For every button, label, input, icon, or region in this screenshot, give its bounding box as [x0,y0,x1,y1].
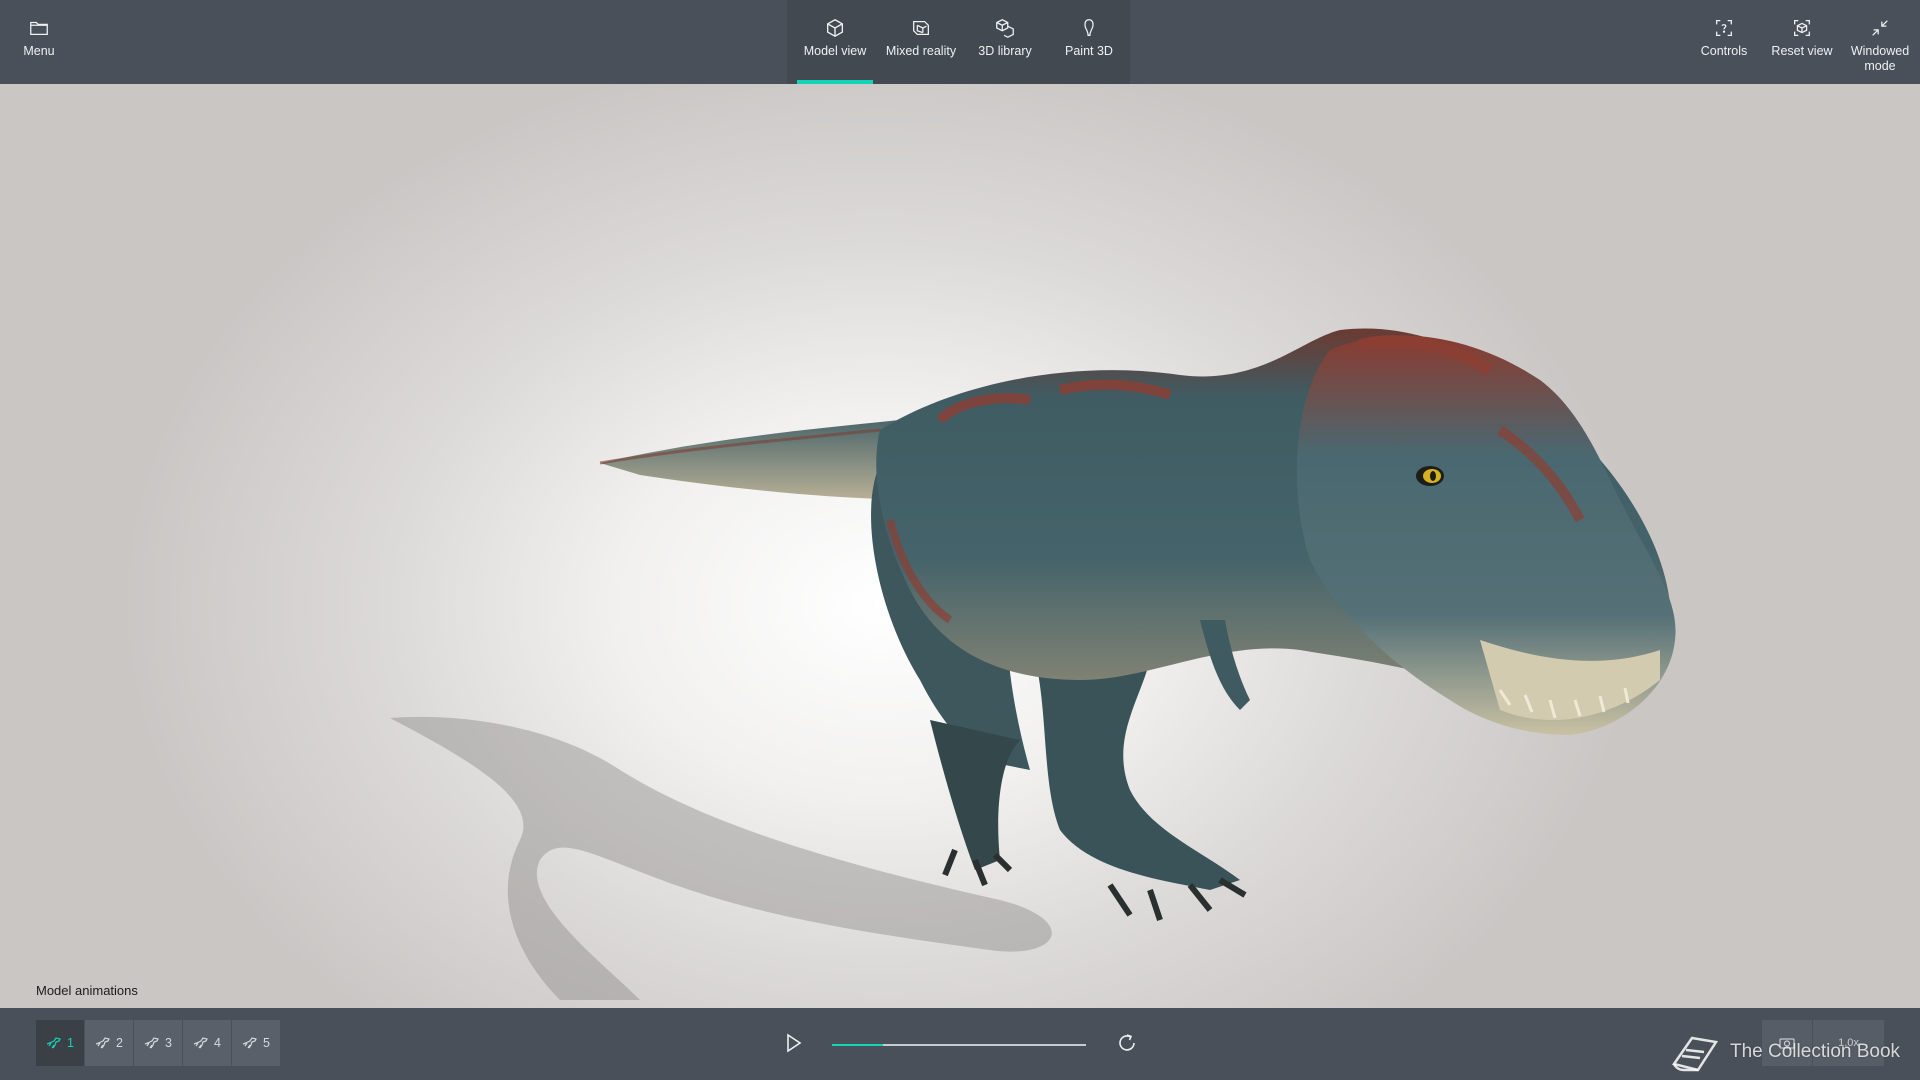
animation-label: 1 [67,1036,74,1050]
animation-label: 4 [214,1036,221,1050]
watermark-text: The Collection Book [1730,1041,1901,1062]
reset-view-label: Reset view [1771,44,1833,58]
dinosaur-icon [46,1037,61,1049]
playback-bar: 1 2 3 4 5 1.0x [0,1008,1920,1080]
menu-button[interactable]: Menu [8,0,70,84]
cube-icon [826,18,844,38]
view-tabs: Model view Mixed reality 3D library Pain… [787,0,1130,84]
animation-button-5[interactable]: 5 [232,1020,280,1066]
paint-3d-icon [1084,19,1094,36]
windowed-mode-label: Windowed mode [1850,44,1910,73]
animation-button-1[interactable]: 1 [36,1020,84,1066]
tab-mixed-reality[interactable]: Mixed reality [879,0,963,84]
animation-label: 2 [116,1036,123,1050]
dinosaur-icon [193,1037,208,1049]
mixed-reality-icon [913,20,929,36]
tab-paint-3d[interactable]: Paint 3D [1047,0,1131,84]
windowed-mode-button[interactable]: Windowed mode [1846,0,1914,84]
book-logo-icon [1671,1036,1719,1072]
folder-icon [30,21,48,36]
tab-label: Paint 3D [1065,44,1113,58]
controls-button[interactable]: Controls [1692,0,1756,84]
tab-label: 3D library [978,44,1032,58]
top-toolbar: Menu Model view Mixed reality 3D library [0,0,1920,84]
dinosaur-icon [144,1037,159,1049]
tab-label: Mixed reality [885,44,957,58]
reset-view-icon [1794,20,1810,36]
dinosaur-icon [95,1037,110,1049]
controls-label: Controls [1700,44,1748,58]
timeline-progress [832,1044,883,1046]
animation-timeline-slider[interactable] [832,1044,1086,1046]
collapse-icon [1872,20,1888,36]
controls-help-icon [1716,20,1732,36]
tab-3d-library[interactable]: 3D library [963,0,1047,84]
t-rex-model[interactable] [0,84,1920,1008]
watermark: The Collection Book [1668,1030,1908,1074]
dinosaur-icon [242,1037,257,1049]
library-icon [996,19,1014,38]
restart-icon[interactable] [1114,1030,1140,1056]
animation-label: 5 [263,1036,270,1050]
menu-label: Menu [23,44,55,58]
animation-button-3[interactable]: 3 [134,1020,182,1066]
animation-button-4[interactable]: 4 [183,1020,231,1066]
play-button[interactable] [780,1030,806,1056]
tab-label: Model view [803,44,867,58]
animation-button-2[interactable]: 2 [85,1020,133,1066]
animation-label: 3 [165,1036,172,1050]
model-animations-title: Model animations [36,983,138,998]
tab-model-view[interactable]: Model view [793,0,877,84]
reset-view-button[interactable]: Reset view [1766,0,1838,84]
model-viewport[interactable] [0,84,1920,1008]
